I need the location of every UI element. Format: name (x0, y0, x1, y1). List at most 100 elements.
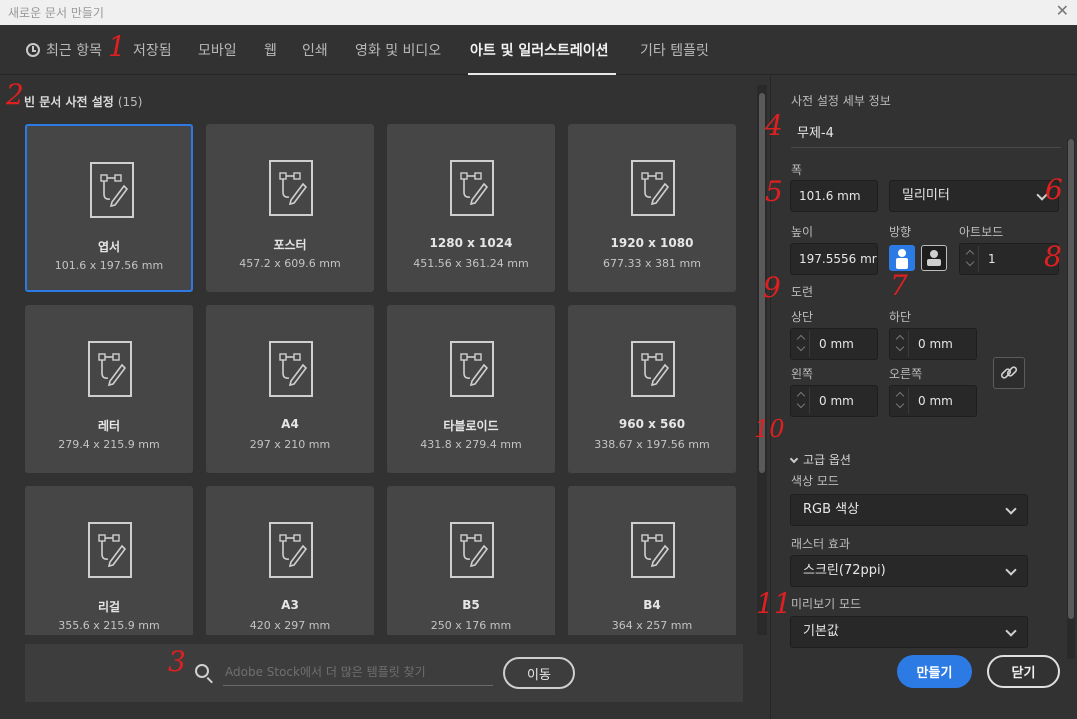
annotation-1: 1 (108, 30, 126, 63)
bleed-right-label: 오른쪽 (889, 367, 923, 381)
details-scrollbar[interactable] (1067, 139, 1075, 659)
unit-select[interactable]: 밀리미터 (889, 180, 1059, 212)
preset-card[interactable]: A4 297 x 210 mm (206, 305, 374, 473)
chevron-down-icon (1005, 625, 1017, 637)
orientation-label: 방향 (889, 225, 912, 239)
annotation-10: 10 (754, 415, 785, 443)
preset-name: 960 x 560 (618, 417, 686, 431)
preset-name: 엽서 (97, 240, 121, 254)
go-button[interactable]: 이동 (503, 657, 575, 689)
preset-name: 타블로이드 (443, 419, 499, 433)
annotation-11: 11 (756, 587, 792, 620)
link-icon (1000, 366, 1018, 379)
bleed-left-stepper[interactable]: 0 mm (790, 385, 878, 417)
tab-saved[interactable]: 저장됨 (133, 40, 172, 60)
window-title: 새로운 문서 만들기 (8, 6, 104, 20)
artboards-label: 아트보드 (959, 225, 1004, 239)
width-label: 폭 (791, 163, 803, 177)
bleed-bottom-label: 하단 (889, 310, 912, 324)
tab-other-templates[interactable]: 기타 템플릿 (640, 40, 709, 60)
close-icon[interactable]: ✕ (1056, 1, 1069, 20)
document-preset-icon (88, 341, 132, 397)
tab-print[interactable]: 인쇄 (302, 40, 328, 60)
chevron-down-icon (1005, 503, 1017, 515)
preset-name: 1280 x 1024 (429, 236, 513, 250)
stock-search-bar: 이동 (25, 644, 743, 702)
preset-size: 420 x 297 mm (249, 619, 331, 632)
document-preset-icon (631, 341, 675, 397)
document-preset-icon (631, 522, 675, 578)
preset-card[interactable]: 포스터 457.2 x 609.6 mm (206, 124, 374, 292)
preset-card[interactable]: 960 x 560 338.67 x 197.56 mm (568, 305, 736, 473)
document-preset-icon (450, 522, 494, 578)
preset-size: 338.67 x 197.56 mm (594, 438, 710, 451)
document-name-field[interactable]: 무제-4 (797, 122, 834, 141)
preset-card[interactable]: 타블로이드 431.8 x 279.4 mm (387, 305, 555, 473)
tab-mobile[interactable]: 모바일 (198, 40, 237, 60)
bleed-top-label: 상단 (791, 310, 814, 324)
color-mode-select[interactable]: RGB 색상 (790, 494, 1028, 526)
height-label: 높이 (791, 225, 814, 239)
clock-icon (26, 43, 40, 57)
preset-card[interactable]: 1920 x 1080 677.33 x 381 mm (568, 124, 736, 292)
color-mode-label: 색상 모드 (791, 474, 839, 488)
stock-search-input[interactable] (223, 658, 493, 686)
document-name-underline (791, 147, 1061, 148)
landscape-icon (927, 250, 941, 266)
details-heading: 사전 설정 세부 정보 (791, 94, 891, 108)
preset-card[interactable]: 1280 x 1024 451.56 x 361.24 mm (387, 124, 555, 292)
tab-art-illustration[interactable]: 아트 및 일러스트레이션 (470, 40, 609, 60)
preset-name: 레터 (97, 419, 121, 433)
portrait-orientation-button[interactable] (889, 245, 915, 271)
preset-name: 1920 x 1080 (610, 236, 694, 250)
new-document-dialog: 최근 항목 저장됨 모바일 웹 인쇄 영화 및 비디오 아트 및 일러스트레이션… (0, 25, 1077, 719)
close-button[interactable]: 닫기 (987, 655, 1060, 688)
bleed-right-stepper[interactable]: 0 mm (889, 385, 977, 417)
document-preset-icon (88, 522, 132, 578)
document-preset-icon (450, 341, 494, 397)
preset-scrollbar[interactable] (757, 85, 767, 635)
document-preset-icon (90, 162, 134, 218)
raster-effects-select[interactable]: 스크린(72ppi) (790, 555, 1028, 587)
document-preset-icon (269, 160, 313, 216)
tab-film-video[interactable]: 영화 및 비디오 (355, 40, 441, 60)
annotation-5: 5 (765, 175, 783, 208)
height-input[interactable]: 197.5556 mr (790, 243, 878, 275)
bleed-top-stepper[interactable]: 0 mm (790, 328, 878, 360)
link-bleed-button[interactable] (993, 357, 1025, 389)
scrollbar-thumb[interactable] (1068, 139, 1074, 619)
bleed-bottom-stepper[interactable]: 0 mm (889, 328, 977, 360)
preset-size: 101.6 x 197.56 mm (54, 259, 164, 272)
presets-heading: 빈 문서 사전 설정 (15) (24, 95, 143, 109)
document-preset-icon (631, 160, 675, 216)
preset-card[interactable]: A3 420 x 297 mm (206, 486, 374, 635)
width-input[interactable]: 101.6 mm (790, 180, 878, 212)
tab-recent[interactable]: 최근 항목 (26, 40, 102, 60)
preset-details-panel: 사전 설정 세부 정보 무제-4 폭 101.6 mm 밀리미터 높이 197.… (770, 75, 1077, 719)
annotation-9: 9 (763, 271, 781, 304)
landscape-orientation-button[interactable] (921, 245, 947, 271)
search-icon (195, 664, 209, 678)
preset-size: 677.33 x 381 mm (603, 257, 701, 270)
chevron-down-icon (1005, 564, 1017, 576)
preset-name: 포스터 (273, 238, 307, 252)
annotation-4: 4 (765, 109, 783, 142)
preset-card[interactable]: 리걸 355.6 x 215.9 mm (25, 486, 193, 635)
preset-size: 364 x 257 mm (611, 619, 693, 632)
preset-card[interactable]: 엽서 101.6 x 197.56 mm (25, 124, 193, 292)
portrait-icon (896, 249, 908, 269)
preview-mode-select[interactable]: 기본값 (790, 616, 1028, 648)
preset-size: 279.4 x 215.9 mm (58, 438, 160, 451)
create-button[interactable]: 만들기 (897, 655, 972, 688)
preset-card[interactable]: 레터 279.4 x 215.9 mm (25, 305, 193, 473)
raster-effects-label: 래스터 효과 (791, 537, 851, 551)
preset-card[interactable]: B5 250 x 176 mm (387, 486, 555, 635)
tab-web[interactable]: 웹 (264, 40, 277, 60)
annotation-6: 6 (1045, 173, 1063, 206)
annotation-3: 3 (168, 645, 186, 678)
document-preset-icon (269, 341, 313, 397)
preset-size: 297 x 210 mm (249, 438, 331, 451)
stepper-arrows[interactable] (963, 246, 979, 272)
advanced-options-toggle[interactable]: 고급 옵션 (789, 451, 851, 468)
preset-card[interactable]: B4 364 x 257 mm (568, 486, 736, 635)
